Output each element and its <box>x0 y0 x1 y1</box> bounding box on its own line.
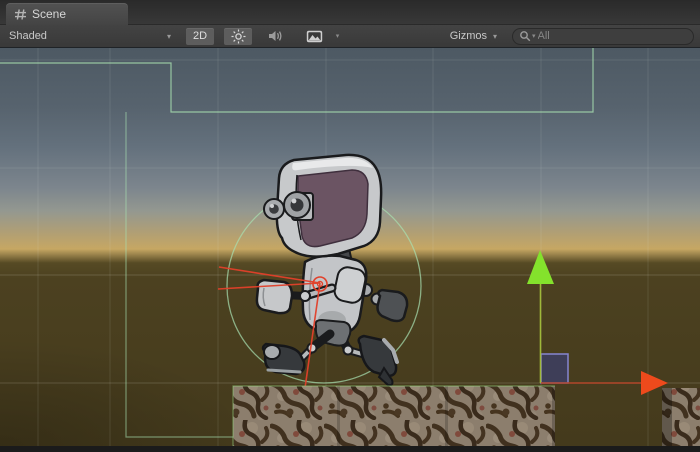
scene-toolbar: Shaded ▾ 2D <box>0 25 700 48</box>
search-input[interactable] <box>536 30 687 42</box>
speaker-icon <box>268 29 284 43</box>
2d-toggle-button[interactable]: 2D <box>186 28 214 45</box>
shading-mode-dropdown[interactable]: Shaded ▾ <box>4 28 176 45</box>
chevron-down-icon: ▾ <box>336 32 340 40</box>
gizmos-label: Gizmos <box>450 30 487 42</box>
move-tool-gizmo <box>527 250 668 395</box>
unity-scene-panel: Scene Shaded ▾ 2D <box>0 0 700 452</box>
gizmos-dropdown[interactable]: Gizmos ▾ <box>445 28 502 45</box>
scene-search-box[interactable]: ▾ <box>512 28 694 45</box>
robot-character-sprite[interactable] <box>257 155 407 385</box>
scene-viewport[interactable] <box>0 48 700 446</box>
tab-title: Scene <box>32 7 66 21</box>
panel-bottom-edge <box>0 446 700 452</box>
scene-gizmo-layer <box>0 48 700 446</box>
image-icon <box>306 30 323 43</box>
sun-icon <box>231 29 246 44</box>
scene-grid-icon <box>14 8 27 21</box>
audio-toggle-button[interactable] <box>262 28 290 45</box>
chevron-down-icon: ▾ <box>493 32 497 41</box>
shading-mode-label: Shaded <box>9 30 47 42</box>
search-icon <box>519 30 531 42</box>
effects-toggle-button[interactable] <box>300 28 328 45</box>
tab-bar: Scene <box>0 0 700 25</box>
lighting-toggle-button[interactable] <box>224 28 252 45</box>
tab-scene[interactable]: Scene <box>6 3 128 25</box>
move-tool-plane-handle[interactable] <box>541 354 568 383</box>
chevron-down-icon: ▾ <box>167 32 171 41</box>
effects-dropdown-arrow[interactable]: ▾ <box>330 28 344 45</box>
ground-tile-platform[interactable] <box>233 386 700 446</box>
